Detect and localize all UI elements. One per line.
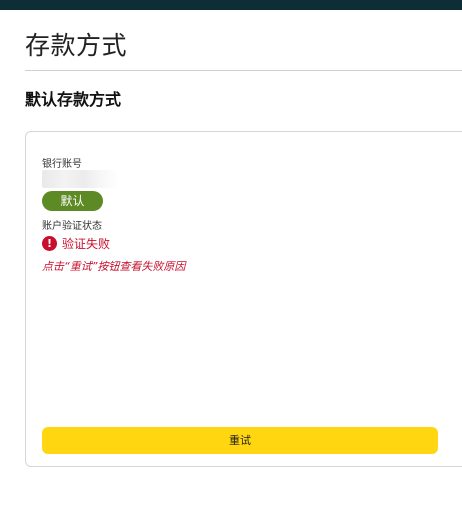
section-title: 默认存款方式 [25, 90, 122, 109]
default-badge: 默认 [42, 191, 103, 211]
top-bar [0, 0, 462, 10]
title-divider [25, 70, 462, 71]
retry-button[interactable]: 重试 [42, 427, 438, 454]
deposit-method-card: 银行账号 默认 账户验证状态 ! 验证失败 点击“重试”按钮查看失败原因 重试 [25, 131, 462, 467]
masked-account-number [42, 170, 118, 188]
error-icon: ! [42, 235, 57, 251]
verification-status-label: 账户验证状态 [42, 221, 102, 232]
page-title: 存款方式 [25, 31, 128, 60]
bank-account-label: 银行账号 [42, 159, 82, 170]
status-text: 验证失败 [62, 236, 111, 251]
retry-hint: 点击“重试”按钮查看失败原因 [42, 260, 186, 273]
verification-status: ! 验证失败 [42, 234, 110, 252]
